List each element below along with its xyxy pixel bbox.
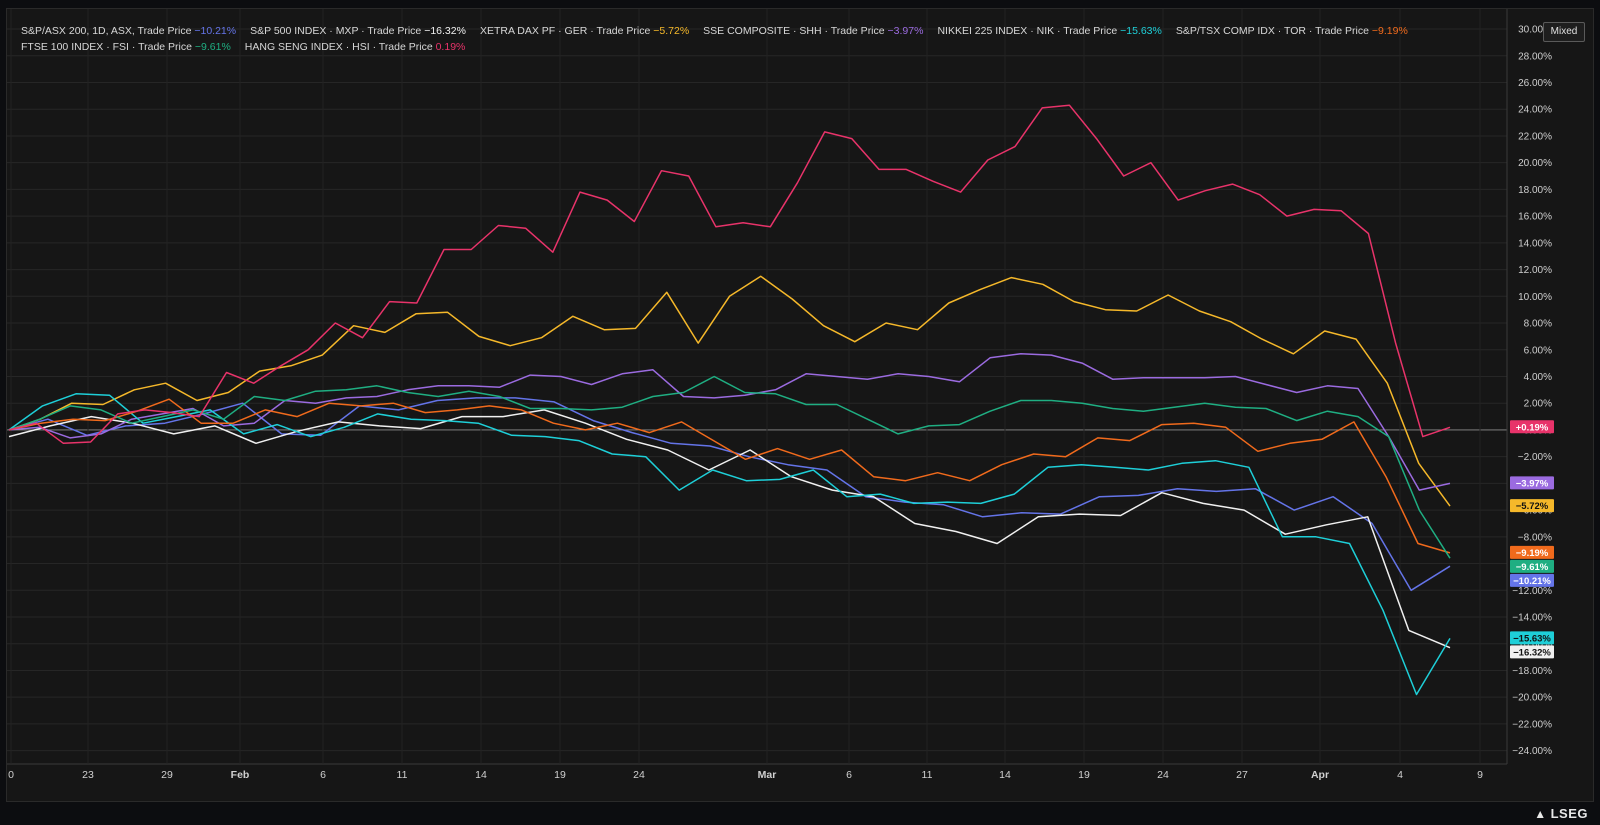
x-tick-label: 27 <box>1236 769 1248 781</box>
legend-item-dax[interactable]: XETRA DAX PF · GER · Trade Price −5.72% <box>480 23 689 39</box>
legend-series-name: FTSE 100 INDEX · FSI · Trade Price <box>21 41 195 53</box>
legend-item-asx[interactable]: S&P/ASX 200, 1D, ASX, Trade Price −10.21… <box>21 23 236 39</box>
y-tick-label: 4.00% <box>1524 372 1552 383</box>
legend-item-ftse[interactable]: FTSE 100 INDEX · FSI · Trade Price −9.61… <box>21 39 231 55</box>
lseg-logo-icon: ▲ <box>1534 807 1547 821</box>
end-badge-nikkei: −15.63% <box>1510 631 1554 645</box>
x-tick-label: 23 <box>82 769 94 781</box>
y-tick-label: 12.00% <box>1518 265 1552 276</box>
end-badge-dax: −5.72% <box>1510 499 1554 513</box>
brand-logo: ▲ LSEG <box>1534 806 1588 821</box>
series-line-nikkei <box>8 393 1451 696</box>
y-tick-label: 20.00% <box>1518 158 1552 169</box>
x-tick-label: 9 <box>1477 769 1483 781</box>
y-tick-label: −14.00% <box>1512 613 1552 624</box>
legend-series-name: S&P/ASX 200, 1D, ASX, Trade Price <box>21 25 195 37</box>
end-badge-label: −9.19% <box>1516 548 1549 559</box>
y-tick-label: 14.00% <box>1518 238 1552 249</box>
y-tick-label: 28.00% <box>1518 51 1552 62</box>
end-badge-label: −15.63% <box>1513 633 1551 644</box>
y-tick-label: 22.00% <box>1518 131 1552 142</box>
x-tick-label: 24 <box>1157 769 1169 781</box>
x-tick-label: 11 <box>922 769 933 781</box>
legend-series-change: −9.61% <box>194 41 231 53</box>
x-tick-label: 24 <box>633 769 645 781</box>
legend-series-name: SSE COMPOSITE · SHH · Trade Price <box>703 25 888 37</box>
y-tick-label: −18.00% <box>1512 666 1552 677</box>
legend-series-change: −15.63% <box>1120 25 1162 37</box>
legend-series-change: −3.97% <box>887 25 924 37</box>
series-line-dax <box>8 275 1451 507</box>
x-tick-label: Feb <box>231 769 250 781</box>
chart-legend: S&P/ASX 200, 1D, ASX, Trade Price −10.21… <box>21 23 1501 55</box>
end-badge-ftse: −9.61% <box>1510 559 1554 573</box>
y-tick-label: 16.00% <box>1518 212 1552 223</box>
y-tick-label: 10.00% <box>1518 292 1552 303</box>
y-tick-label: 18.00% <box>1518 185 1552 196</box>
y-tick-label: −20.00% <box>1512 693 1552 704</box>
legend-series-change: −9.19% <box>1371 25 1408 37</box>
x-tick-label: 19 <box>1078 769 1090 781</box>
scale-mode-button[interactable]: Mixed <box>1543 22 1585 42</box>
y-tick-label: 8.00% <box>1524 319 1552 330</box>
end-badge-hang_seng: +0.19% <box>1510 420 1554 434</box>
legend-item-hang_seng[interactable]: HANG SENG INDEX · HSI · Trade Price 0.19… <box>245 39 466 55</box>
x-tick-label: 14 <box>999 769 1011 781</box>
legend-series-name: XETRA DAX PF · GER · Trade Price <box>479 25 654 37</box>
series-line-sp500 <box>8 409 1451 649</box>
x-tick-label: 19 <box>554 769 566 781</box>
x-tick-label: Apr <box>1311 769 1329 781</box>
legend-item-nikkei[interactable]: NIKKEI 225 INDEX · NIK · Trade Price −15… <box>937 23 1161 39</box>
legend-series-name: S&P 500 INDEX · MXP · Trade Price <box>250 25 425 37</box>
legend-item-sp500[interactable]: S&P 500 INDEX · MXP · Trade Price −16.32… <box>250 23 466 39</box>
y-tick-label: −22.00% <box>1512 719 1552 730</box>
chart-frame: 30.00% 28.00% 26.00% 24.00% 22.00% 20.00% 18.0… <box>6 8 1594 802</box>
legend-item-tsx[interactable]: S&P/TSX COMP IDX · TOR · Trade Price −9.… <box>1176 23 1408 39</box>
end-badge-label: −3.97% <box>1516 478 1549 489</box>
brand-name: LSEG <box>1550 806 1588 821</box>
end-badge-label: −10.21% <box>1513 576 1551 587</box>
x-tick-label: 11 <box>397 769 408 781</box>
end-badge-label: −16.32% <box>1513 647 1551 658</box>
end-badge-asx: −10.21% <box>1510 573 1554 587</box>
x-tick-label: 6 <box>846 769 852 781</box>
end-badge-sse: −3.97% <box>1510 476 1554 490</box>
y-tick-label: 26.00% <box>1518 78 1552 89</box>
y-tick-label: 2.00% <box>1524 399 1552 410</box>
y-tick-label: −12.00% <box>1512 586 1552 597</box>
chart-plot-area[interactable]: 30.00%28.00%26.00%24.00%22.00%20.00%18.0… <box>7 9 1595 803</box>
legend-series-name: HANG SENG INDEX · HSI · Trade Price <box>244 41 436 53</box>
x-tick-label: 14 <box>475 769 487 781</box>
end-badge-sp500: −16.32% <box>1510 645 1554 659</box>
y-tick-label: 24.00% <box>1518 105 1552 116</box>
y-tick-label: −24.00% <box>1512 746 1552 757</box>
y-tick-label: 6.00% <box>1524 345 1552 356</box>
legend-series-change: −16.32% <box>424 25 466 37</box>
legend-series-change: 0.19% <box>435 41 466 53</box>
legend-series-change: −10.21% <box>194 25 237 37</box>
x-tick-label: 0 <box>8 769 14 781</box>
end-badge-label: −5.72% <box>1516 501 1549 512</box>
series-line-ftse <box>8 375 1451 559</box>
y-tick-label: −2.00% <box>1518 452 1552 463</box>
x-tick-label: 4 <box>1397 769 1403 781</box>
series-line-asx <box>8 397 1451 592</box>
legend-item-sse[interactable]: SSE COMPOSITE · SHH · Trade Price −3.97% <box>703 23 923 39</box>
x-tick-label: 6 <box>320 769 326 781</box>
legend-series-name: S&P/TSX COMP IDX · TOR · Trade Price <box>1175 25 1372 37</box>
x-tick-label: 29 <box>161 769 173 781</box>
x-tick-label: Mar <box>758 769 777 781</box>
end-badge-tsx: −9.19% <box>1510 545 1554 559</box>
end-badge-label: +0.19% <box>1516 422 1549 433</box>
legend-series-name: NIKKEI 225 INDEX · NIK · Trade Price <box>937 25 1121 37</box>
y-tick-label: −8.00% <box>1518 532 1552 543</box>
end-badge-label: −9.61% <box>1516 562 1549 573</box>
legend-series-change: −5.72% <box>653 25 690 37</box>
